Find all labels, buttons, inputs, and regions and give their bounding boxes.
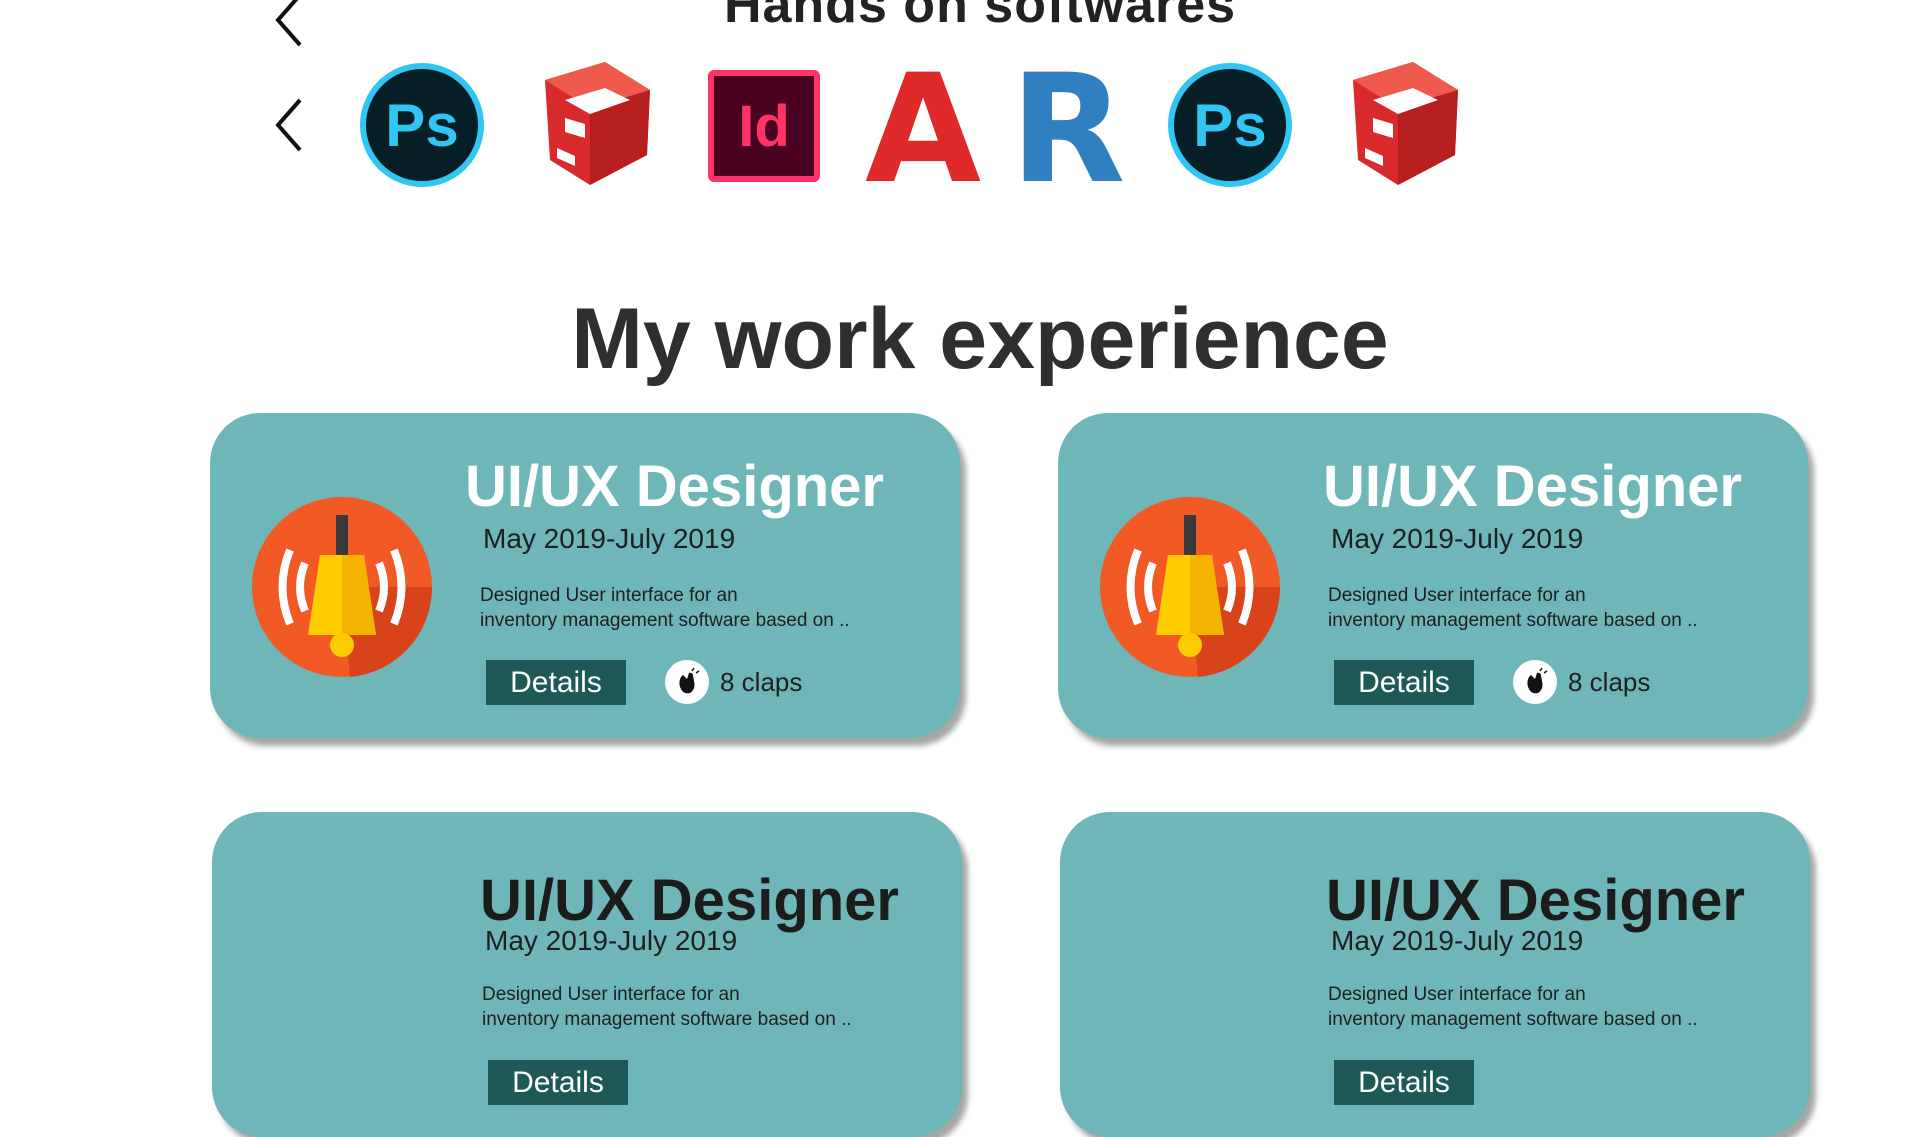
bell-icon	[1098, 495, 1282, 679]
revit-icon: R	[1010, 43, 1126, 217]
card-date: May 2019-July 2019	[483, 523, 736, 554]
card-date: May 2019-July 2019	[1331, 925, 1584, 956]
photoshop-icon: Ps	[1168, 63, 1292, 187]
card-title: UI/UX Designer	[465, 454, 884, 519]
details-button[interactable]: Details	[488, 1060, 628, 1105]
card-title: UI/UX Designer	[1323, 454, 1742, 519]
experience-card: UI/UX Designer May 2019-July 2019 Design…	[1060, 812, 1810, 1137]
card-description: Designed User interface for an inventory…	[1328, 585, 1698, 631]
sketchup-icon	[535, 60, 655, 190]
photoshop-icon: Ps	[360, 63, 484, 187]
card-date: May 2019-July 2019	[485, 925, 738, 956]
experience-section-title: My work experience	[571, 291, 1389, 387]
card-title: UI/UX Designer	[480, 868, 899, 933]
card-description: Designed User interface for an inventory…	[482, 984, 852, 1030]
clap-icon[interactable]	[1513, 660, 1557, 704]
chevron-left-icon[interactable]	[270, 95, 310, 155]
card-description: Designed User interface for an inventory…	[1328, 984, 1698, 1030]
experience-card: UI/UX Designer May 2019-July 2019 Design…	[1058, 413, 1808, 738]
chevron-left-icon[interactable]	[270, 0, 310, 50]
claps-count: 8 claps	[1568, 667, 1651, 697]
card-description: Designed User interface for an inventory…	[480, 585, 850, 631]
autocad-icon: A	[865, 43, 982, 217]
details-button[interactable]: Details	[1334, 1060, 1474, 1105]
card-date: May 2019-July 2019	[1331, 523, 1584, 554]
experience-card: UI/UX Designer May 2019-July 2019 Design…	[210, 413, 960, 738]
details-button[interactable]: Details	[1334, 660, 1474, 705]
sketchup-icon	[1343, 60, 1463, 190]
claps-count: 8 claps	[720, 667, 803, 697]
bell-icon	[250, 495, 434, 679]
experience-card: UI/UX Designer May 2019-July 2019 Design…	[212, 812, 962, 1137]
card-title: UI/UX Designer	[1326, 868, 1745, 933]
indesign-icon: Id	[708, 70, 820, 182]
clap-icon[interactable]	[665, 660, 709, 704]
details-button[interactable]: Details	[486, 660, 626, 705]
